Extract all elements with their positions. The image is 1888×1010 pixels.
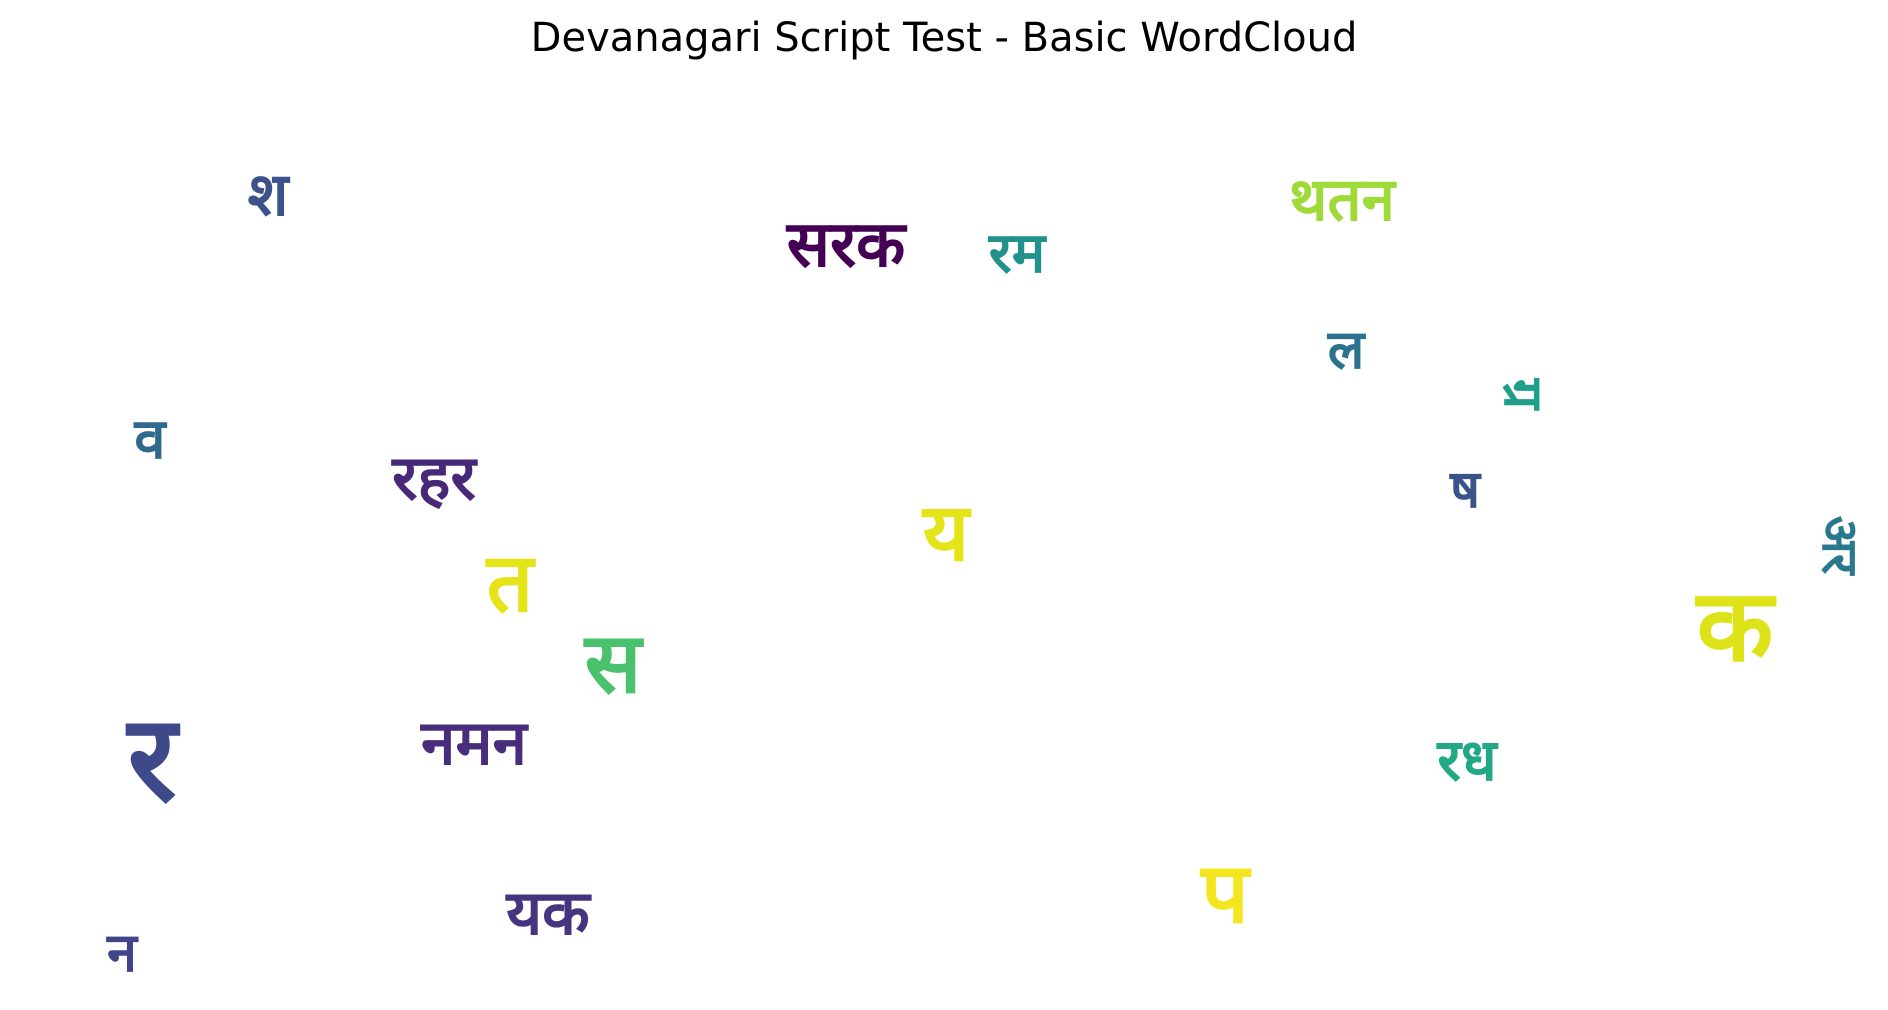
cloud-word: र [127,690,177,829]
cloud-word: नमन [421,706,527,779]
cloud-word: यक [506,876,590,949]
cloud-word: सरक [786,208,906,282]
cloud-word: थतन [1289,165,1395,235]
cloud-word: न [107,921,137,984]
cloud-word: अर [1811,515,1869,575]
cloud-word: य [922,486,970,579]
word-cloud: श सरक रम थतन ल ग्र व रहर ष य अर त क स र … [0,0,1888,1010]
cloud-word: व [134,407,166,472]
cloud-word: स [584,614,642,712]
cloud-word: श [247,160,289,230]
cloud-word: रम [988,221,1046,286]
cloud-word: क [1696,567,1774,684]
cloud-word: ग्र [1492,378,1555,410]
cloud-word: त [486,536,534,631]
cloud-word: ल [1327,318,1365,381]
cloud-word: प [1201,844,1249,942]
cloud-word: रध [1437,726,1497,794]
cloud-word: ष [1449,460,1481,520]
cloud-word: रहर [392,441,476,514]
